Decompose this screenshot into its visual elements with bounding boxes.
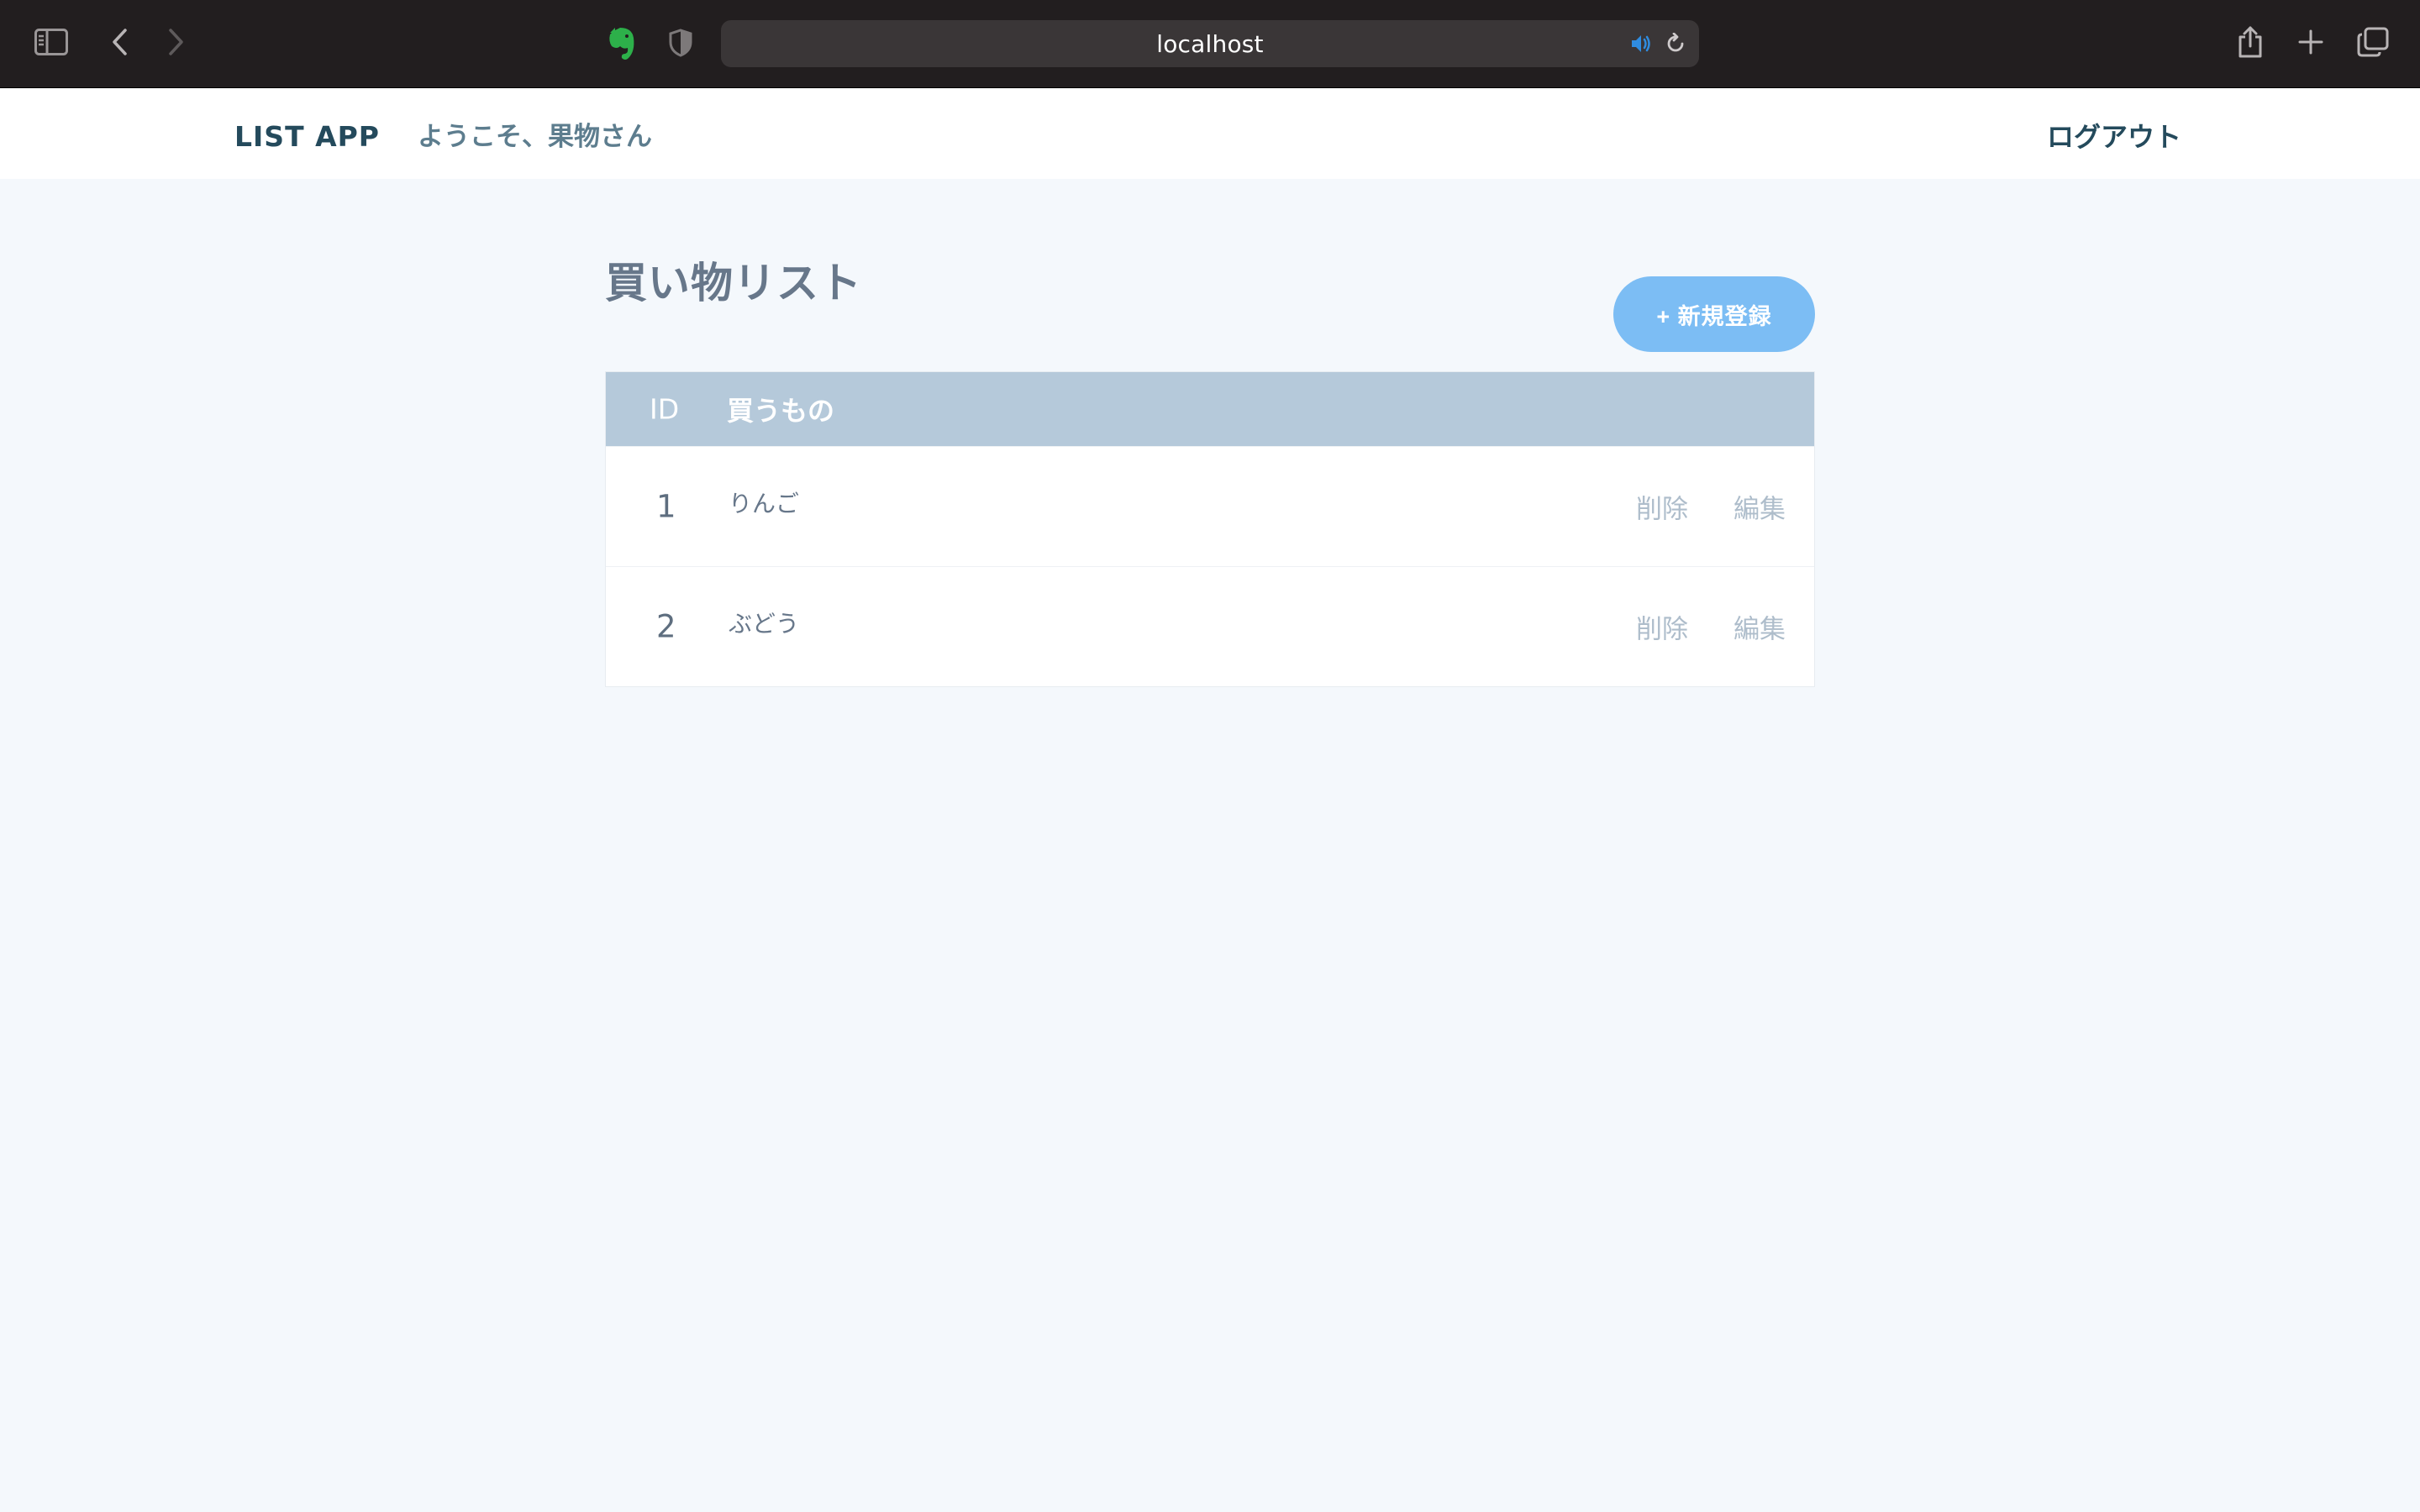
address-bar[interactable]: localhost [721, 20, 1699, 67]
delete-button[interactable]: 削除 [1636, 608, 1688, 646]
row-item-name: ぶどう [729, 610, 800, 638]
shield-icon[interactable] [664, 25, 697, 60]
speaker-icon[interactable] [1628, 30, 1655, 57]
url-text[interactable]: localhost [721, 20, 1699, 67]
chevron-right-icon[interactable] [160, 24, 193, 60]
table-header: ID 買うもの [606, 372, 1814, 446]
edit-button[interactable]: 編集 [1733, 608, 1786, 646]
evernote-elephant-icon[interactable] [603, 24, 640, 64]
new-item-button[interactable]: + 新規登録 [1613, 276, 1815, 352]
row-id: 2 [656, 608, 676, 645]
column-header-item: 買うもの [727, 395, 835, 427]
logout-link[interactable]: ログアウト [2047, 117, 2181, 157]
sidebar-icon[interactable] [32, 26, 71, 58]
brand-logo[interactable]: LIST APP [234, 117, 380, 157]
tabs-icon[interactable] [2353, 24, 2393, 60]
welcome-message: ようこそ、果物さん [418, 122, 652, 152]
delete-button[interactable]: 削除 [1636, 488, 1688, 526]
shopping-list-table: ID 買うもの 1 りんご 削除 編集 2 ぶどう 削除 編集 [605, 371, 1815, 687]
browser-toolbar: localhost [0, 0, 2420, 88]
table-row: 2 ぶどう 削除 編集 [606, 566, 1814, 686]
row-item-name: りんご [729, 490, 800, 517]
app-header: LIST APP ようこそ、果物さん ログアウト [0, 88, 2420, 179]
table-row: 1 りんご 削除 編集 [606, 446, 1814, 566]
reload-icon[interactable] [1662, 30, 1689, 57]
share-icon[interactable] [2232, 22, 2269, 62]
page-title: 買い物リスト [605, 259, 862, 307]
row-id: 1 [656, 488, 676, 525]
plus-icon[interactable] [2292, 24, 2329, 60]
column-header-id: ID [650, 392, 680, 426]
edit-button[interactable]: 編集 [1733, 488, 1786, 526]
chevron-left-icon[interactable] [103, 24, 136, 60]
